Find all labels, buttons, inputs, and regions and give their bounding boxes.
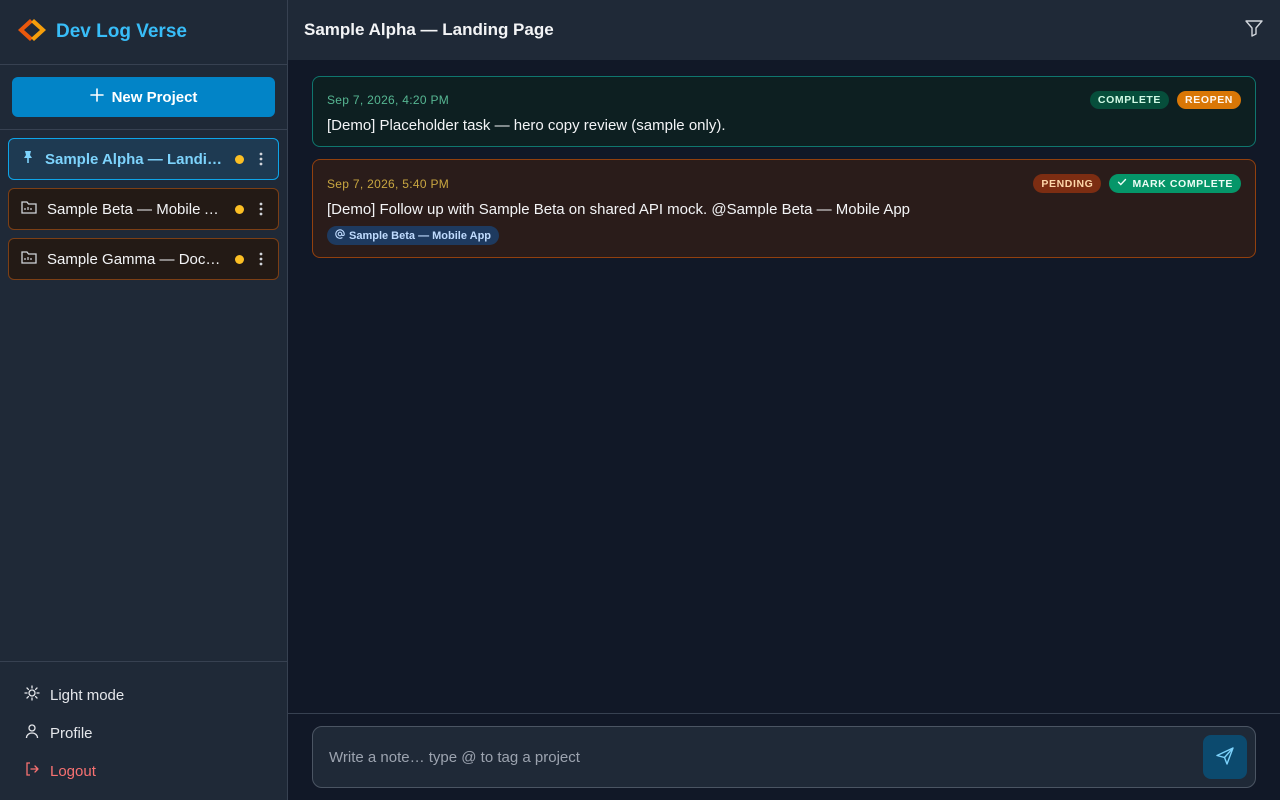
kebab-icon[interactable] xyxy=(254,252,268,266)
sidebar-footer: Light mode Profile Logout xyxy=(0,661,287,800)
app-title: Dev Log Verse xyxy=(56,21,187,42)
note-text: [Demo] Placeholder task — hero copy revi… xyxy=(327,117,726,134)
filter-icon[interactable] xyxy=(1244,18,1264,43)
project-label: Sample Gamma — Docs Site xyxy=(47,250,225,268)
note-card: Sep 7, 2026, 4:20 PM COMPLETE REOPEN [De… xyxy=(312,76,1256,147)
status-badge: PENDING xyxy=(1033,174,1102,193)
main-header: Sample Alpha — Landing Page xyxy=(288,0,1280,60)
reopen-button[interactable]: REOPEN xyxy=(1177,91,1241,109)
send-button[interactable] xyxy=(1203,735,1247,779)
logout-button[interactable]: Logout xyxy=(12,754,275,788)
project-item-alpha[interactable]: Sample Alpha — Landing Page xyxy=(8,138,279,180)
project-item-gamma[interactable]: Sample Gamma — Docs Site xyxy=(8,238,279,280)
project-label: Sample Beta — Mobile App xyxy=(47,200,225,218)
project-tag-label: Sample Beta — Mobile App xyxy=(349,229,492,242)
folder-icon xyxy=(21,200,37,218)
sun-icon xyxy=(24,685,40,705)
logo-icon xyxy=(16,17,48,48)
at-icon xyxy=(335,229,345,242)
note-text: [Demo] Follow up with Sample Beta on sha… xyxy=(327,201,911,218)
new-project-wrap: New Project xyxy=(0,65,287,130)
folder-icon xyxy=(21,250,37,268)
light-mode-label: Light mode xyxy=(50,686,125,704)
note-badges: PENDING MARK COMPLETE xyxy=(1033,174,1241,193)
note-input[interactable] xyxy=(329,748,1203,766)
brand: Dev Log Verse xyxy=(0,0,287,65)
notes-list: Sep 7, 2026, 4:20 PM COMPLETE REOPEN [De… xyxy=(288,60,1280,713)
pin-icon xyxy=(21,150,35,168)
user-icon xyxy=(24,723,40,743)
plus-icon xyxy=(89,88,104,106)
light-mode-button[interactable]: Light mode xyxy=(12,678,275,712)
note-card: Sep 7, 2026, 5:40 PM PENDING MARK COMPLE… xyxy=(312,159,1256,258)
new-project-label: New Project xyxy=(111,88,198,106)
note-timestamp: Sep 7, 2026, 4:20 PM xyxy=(327,93,450,107)
kebab-icon[interactable] xyxy=(254,152,268,166)
note-header: Sep 7, 2026, 5:40 PM PENDING MARK COMPLE… xyxy=(327,174,1241,193)
sidebar: Dev Log Verse New Project Sample Alpha —… xyxy=(0,0,288,800)
logout-label: Logout xyxy=(50,762,96,780)
note-timestamp: Sep 7, 2026, 5:40 PM xyxy=(327,176,450,191)
new-project-button[interactable]: New Project xyxy=(12,77,275,117)
status-dot xyxy=(235,204,244,214)
check-icon xyxy=(1117,177,1127,190)
composer-box xyxy=(312,726,1256,788)
note-badges: COMPLETE REOPEN xyxy=(1089,91,1241,109)
status-badge: COMPLETE xyxy=(1089,91,1170,109)
note-header: Sep 7, 2026, 4:20 PM COMPLETE REOPEN xyxy=(327,91,1241,109)
kebab-icon[interactable] xyxy=(254,202,268,216)
project-tag[interactable]: Sample Beta — Mobile App xyxy=(327,226,500,245)
profile-button[interactable]: Profile xyxy=(12,716,275,750)
project-item-beta[interactable]: Sample Beta — Mobile App xyxy=(8,188,279,230)
main-panel: Sample Alpha — Landing Page Sep 7, 2026,… xyxy=(288,0,1280,800)
mark-complete-label: MARK COMPLETE xyxy=(1132,177,1233,190)
profile-label: Profile xyxy=(50,724,93,742)
logout-icon xyxy=(24,761,40,781)
page-title: Sample Alpha — Landing Page xyxy=(304,20,554,39)
send-icon xyxy=(1215,746,1235,769)
status-dot xyxy=(235,154,244,164)
project-list: Sample Alpha — Landing Page Sample Beta … xyxy=(0,130,287,661)
project-label: Sample Alpha — Landing Page xyxy=(45,150,225,168)
status-dot xyxy=(235,254,244,264)
mark-complete-button[interactable]: MARK COMPLETE xyxy=(1109,174,1241,193)
composer xyxy=(288,713,1280,800)
